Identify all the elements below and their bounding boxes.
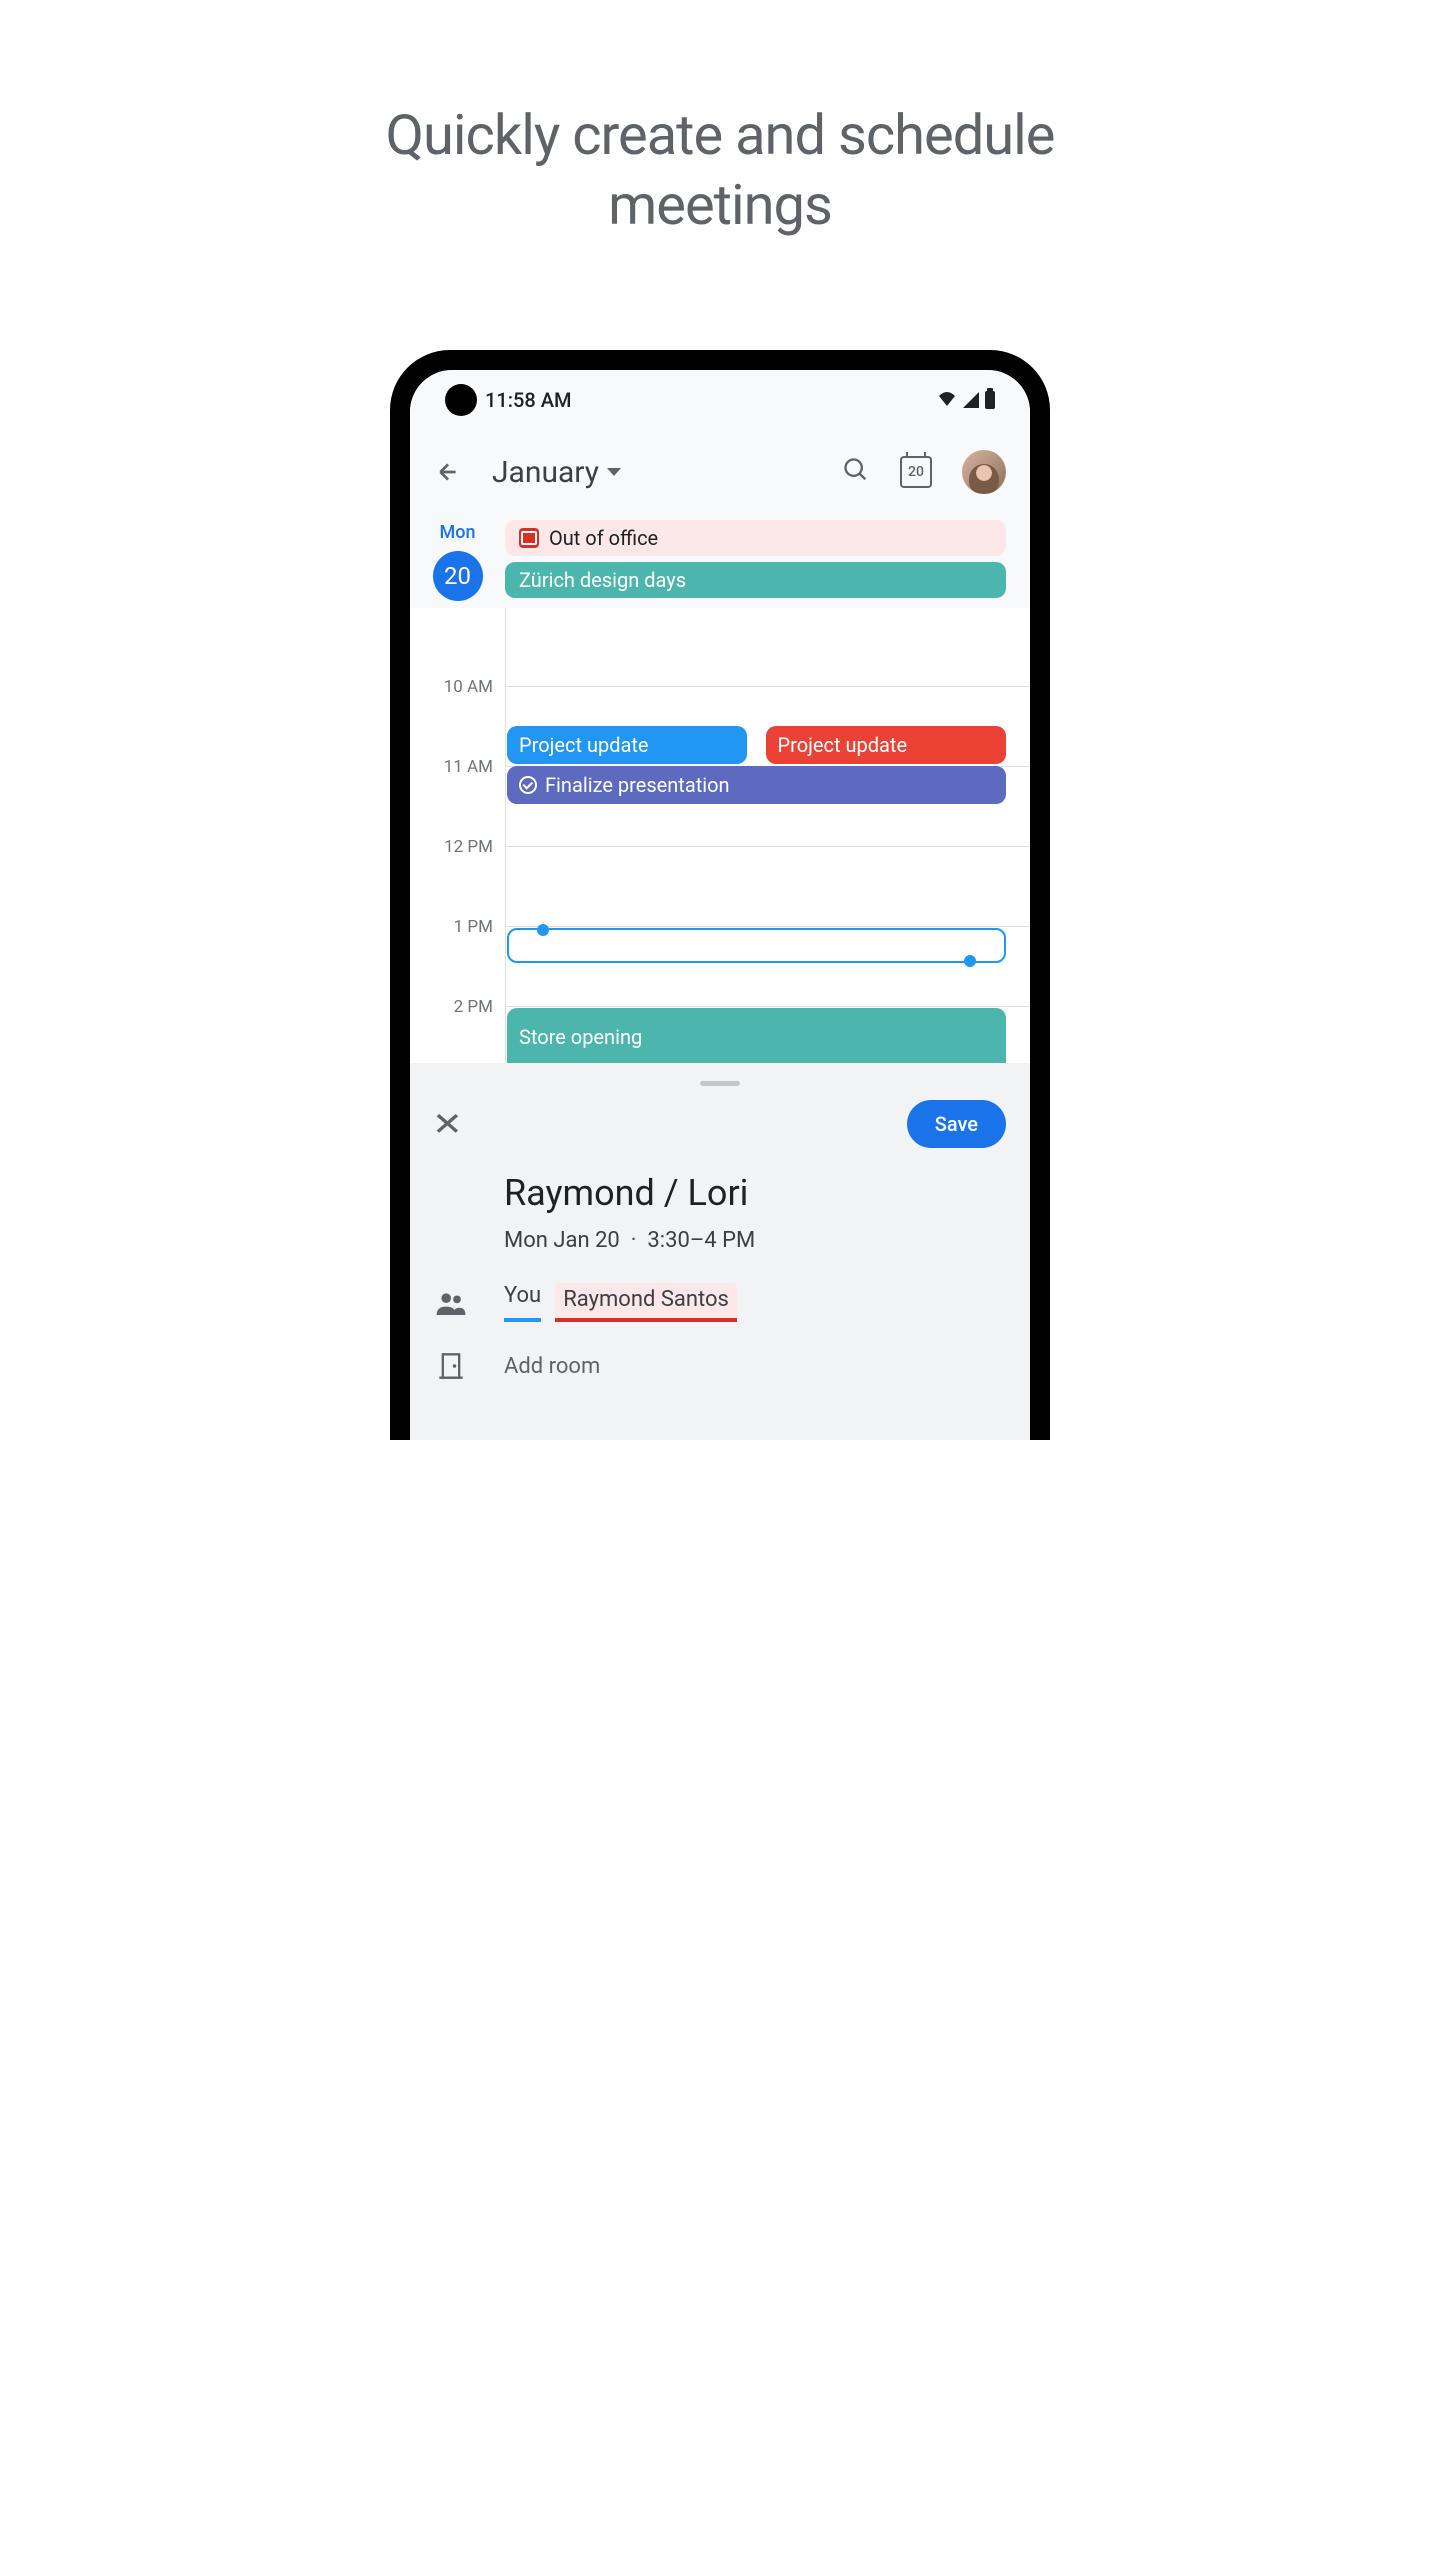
save-button[interactable]: Save [907,1100,1006,1148]
event-datetime[interactable]: Mon Jan 20 · 3:30–4 PM [504,1228,1006,1253]
timed-event[interactable]: Store opening [507,1008,1006,1066]
event-label: Store opening [519,1025,642,1049]
attendee-chips: You Raymond Santos [504,1283,737,1322]
status-time: 11:58 AM [485,388,571,412]
time-label: 10 AM [410,677,505,757]
camera-cutout [445,384,477,416]
time-label: 1 PM [410,917,505,997]
attendee-chip-raymond[interactable]: Raymond Santos [555,1283,737,1322]
timed-event[interactable]: Project update [766,726,1006,764]
signal-icon [963,392,979,408]
search-button[interactable] [842,456,870,488]
battery-icon [985,391,995,409]
sheet-drag-handle[interactable] [700,1081,740,1086]
time-label: 11 AM [410,757,505,837]
wifi-icon [937,390,957,410]
separator: · [631,1228,637,1253]
calendar-allday-area: Mon 20 Out of office Zürich design days [410,514,1030,604]
month-dropdown[interactable]: January [492,455,812,490]
timed-event[interactable]: Project update [507,726,747,764]
briefcase-icon [519,528,539,548]
app-header: January 20 [410,430,1030,514]
bottom-sheet: ✕ Save Raymond / Lori Mon Jan 20 · 3:30–… [410,1063,1030,1440]
drag-handle-top[interactable] [537,924,549,936]
events-layer: Project update Project update Finalize p… [505,608,1006,1066]
status-icons [937,390,995,410]
people-icon [434,1291,468,1315]
add-room-label: Add room [504,1354,600,1379]
day-number[interactable]: 20 [433,551,483,601]
event-time: 3:30–4 PM [647,1228,755,1253]
time-label [410,599,505,677]
close-button[interactable]: ✕ [432,1108,463,1140]
event-label: Finalize presentation [545,773,730,797]
status-bar: 11:58 AM [410,370,1030,430]
attendee-chip-you[interactable]: You [504,1283,541,1322]
event-label: Project update [778,733,908,757]
day-column: Mon 20 [410,514,505,604]
new-event-slot[interactable] [507,928,1006,963]
event-label: Zürich design days [519,568,686,592]
allday-events: Out of office Zürich design days [505,514,1030,604]
event-title-input[interactable]: Raymond / Lori [504,1172,1006,1214]
allday-event[interactable]: Zürich design days [505,562,1006,598]
event-date: Mon Jan 20 [504,1228,620,1253]
timed-event[interactable]: Finalize presentation [507,766,1006,804]
back-button[interactable] [434,458,462,486]
room-row[interactable]: Add room [434,1352,1006,1380]
sheet-header: ✕ Save [434,1100,1006,1148]
phone-screen: 11:58 AM January 20 [410,370,1030,1440]
chevron-down-icon [607,468,621,476]
allday-event-ooo[interactable]: Out of office [505,520,1006,556]
check-circle-icon [519,776,537,794]
time-label: 2 PM [410,997,505,1057]
avatar[interactable] [962,450,1006,494]
month-label: January [492,455,599,490]
marketing-headline: Quickly create and schedule meetings [310,100,1130,240]
event-label: Out of office [549,526,658,550]
drag-handle-bottom[interactable] [964,955,976,967]
event-label: Project update [519,733,649,757]
door-icon [434,1352,468,1380]
attendees-row[interactable]: You Raymond Santos [434,1283,1006,1322]
day-label: Mon [410,522,505,543]
phone-frame: 11:58 AM January 20 [390,350,1050,1440]
timeline[interactable]: 10 AM 11 AM 12 PM 1 PM 2 PM Proje [410,608,1030,1066]
time-label: 12 PM [410,837,505,917]
today-button[interactable]: 20 [900,456,932,488]
